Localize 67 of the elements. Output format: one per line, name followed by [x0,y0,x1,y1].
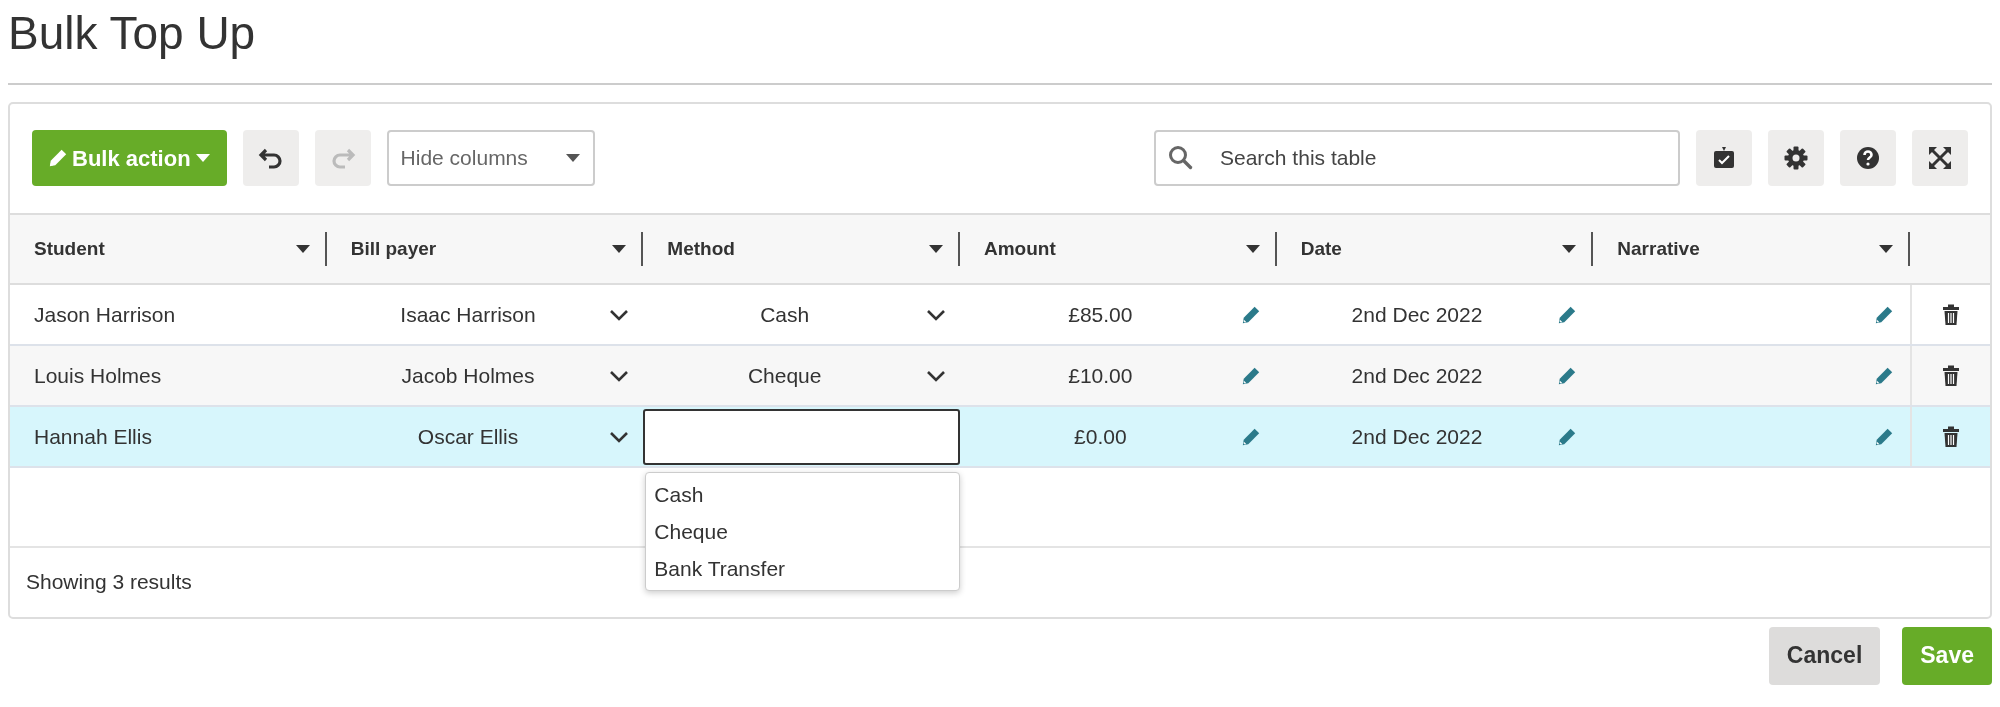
column-header[interactable]: Method [667,234,928,264]
table-cell-text: Cash [759,301,811,328]
undo-icon [257,147,284,170]
table-cell-text: Jacob Holmes [400,362,536,389]
pencil-icon[interactable] [1557,365,1578,386]
trash-icon[interactable] [1942,303,1960,326]
table-row[interactable]: Louis Holmes Jacob Holmes Cheque £10.00 2nd Dec 2022 [10,346,1990,408]
menu-option[interactable]: Cheque [646,513,959,551]
pencil-icon[interactable] [1240,304,1261,325]
column-header[interactable]: Narrative [1617,234,1878,264]
pencil-icon[interactable] [1557,304,1578,325]
pencil-icon[interactable] [1240,426,1261,447]
undo-button[interactable] [242,130,299,187]
chevron-down-icon [609,308,630,321]
help-icon [1855,145,1881,172]
table-cell-text: Jason Harrison [34,301,176,328]
table-cell-text: Cheque [746,362,823,389]
page-title: Bulk Top Up [8,6,257,61]
caret-icon [611,244,628,255]
table-cell-text: £0.00 [1073,423,1128,450]
table-cell-text: Hannah Ellis [34,423,152,450]
trash-icon[interactable] [1942,425,1960,448]
pencil-icon[interactable] [1874,365,1894,386]
calendar-button[interactable] [1696,130,1752,187]
caret-icon [1561,244,1578,255]
column-header[interactable]: Bill payer [350,234,612,264]
menu-option[interactable]: Cash [646,476,959,514]
expand-icon [1927,145,1953,172]
caret-icon [928,244,944,255]
chevron-down-icon [926,369,946,382]
caret-icon [564,153,581,164]
caret-icon [194,153,211,164]
table-cell-text: 2nd Dec 2022 [1350,362,1484,389]
cancel-button[interactable]: Cancel [1768,626,1881,685]
table-cell-text: Louis Holmes [34,362,162,389]
settings-button[interactable] [1768,130,1824,187]
table-cell-text: £85.00 [1067,301,1134,328]
chevron-down-icon [926,308,946,321]
column-header[interactable]: Date [1300,234,1562,264]
column-header[interactable]: Amount [984,234,1245,264]
caret-icon [1244,244,1261,255]
pencil-icon[interactable] [1557,426,1578,447]
table-cell-text: 2nd Dec 2022 [1350,423,1484,450]
caret-icon [294,244,311,255]
chevron-down-icon [609,430,630,443]
chevron-down-icon [609,369,630,382]
pencil-icon[interactable] [1874,304,1894,325]
settings-icon [1783,145,1809,172]
column-header[interactable]: Student [34,234,295,264]
pencil-icon[interactable] [1240,365,1261,386]
pencil-icon[interactable] [1874,426,1894,447]
trash-icon[interactable] [1942,364,1960,387]
results-count: Showing 3 results [26,570,192,594]
table-cell-text: £10.00 [1067,362,1134,389]
menu-option[interactable]: Bank Transfer [646,550,959,588]
table-cell-text: Oscar Ellis [416,423,520,450]
caret-icon [1878,244,1894,255]
table-cell-text: Isaac Harrison [399,301,537,328]
hide-columns-dropdown[interactable]: Hide columns [386,130,595,187]
pencil-icon [48,148,68,169]
table-row[interactable]: Hannah Ellis Oscar Ellis £0.00 2nd Dec 2022 [10,407,1990,469]
help-button[interactable] [1840,130,1896,187]
search-field[interactable]: Search this table [1154,130,1680,187]
table-cell-text: 2nd Dec 2022 [1350,301,1484,328]
method-input[interactable] [643,408,960,465]
fullscreen-button[interactable] [1912,130,1968,187]
redo-icon [329,147,356,170]
